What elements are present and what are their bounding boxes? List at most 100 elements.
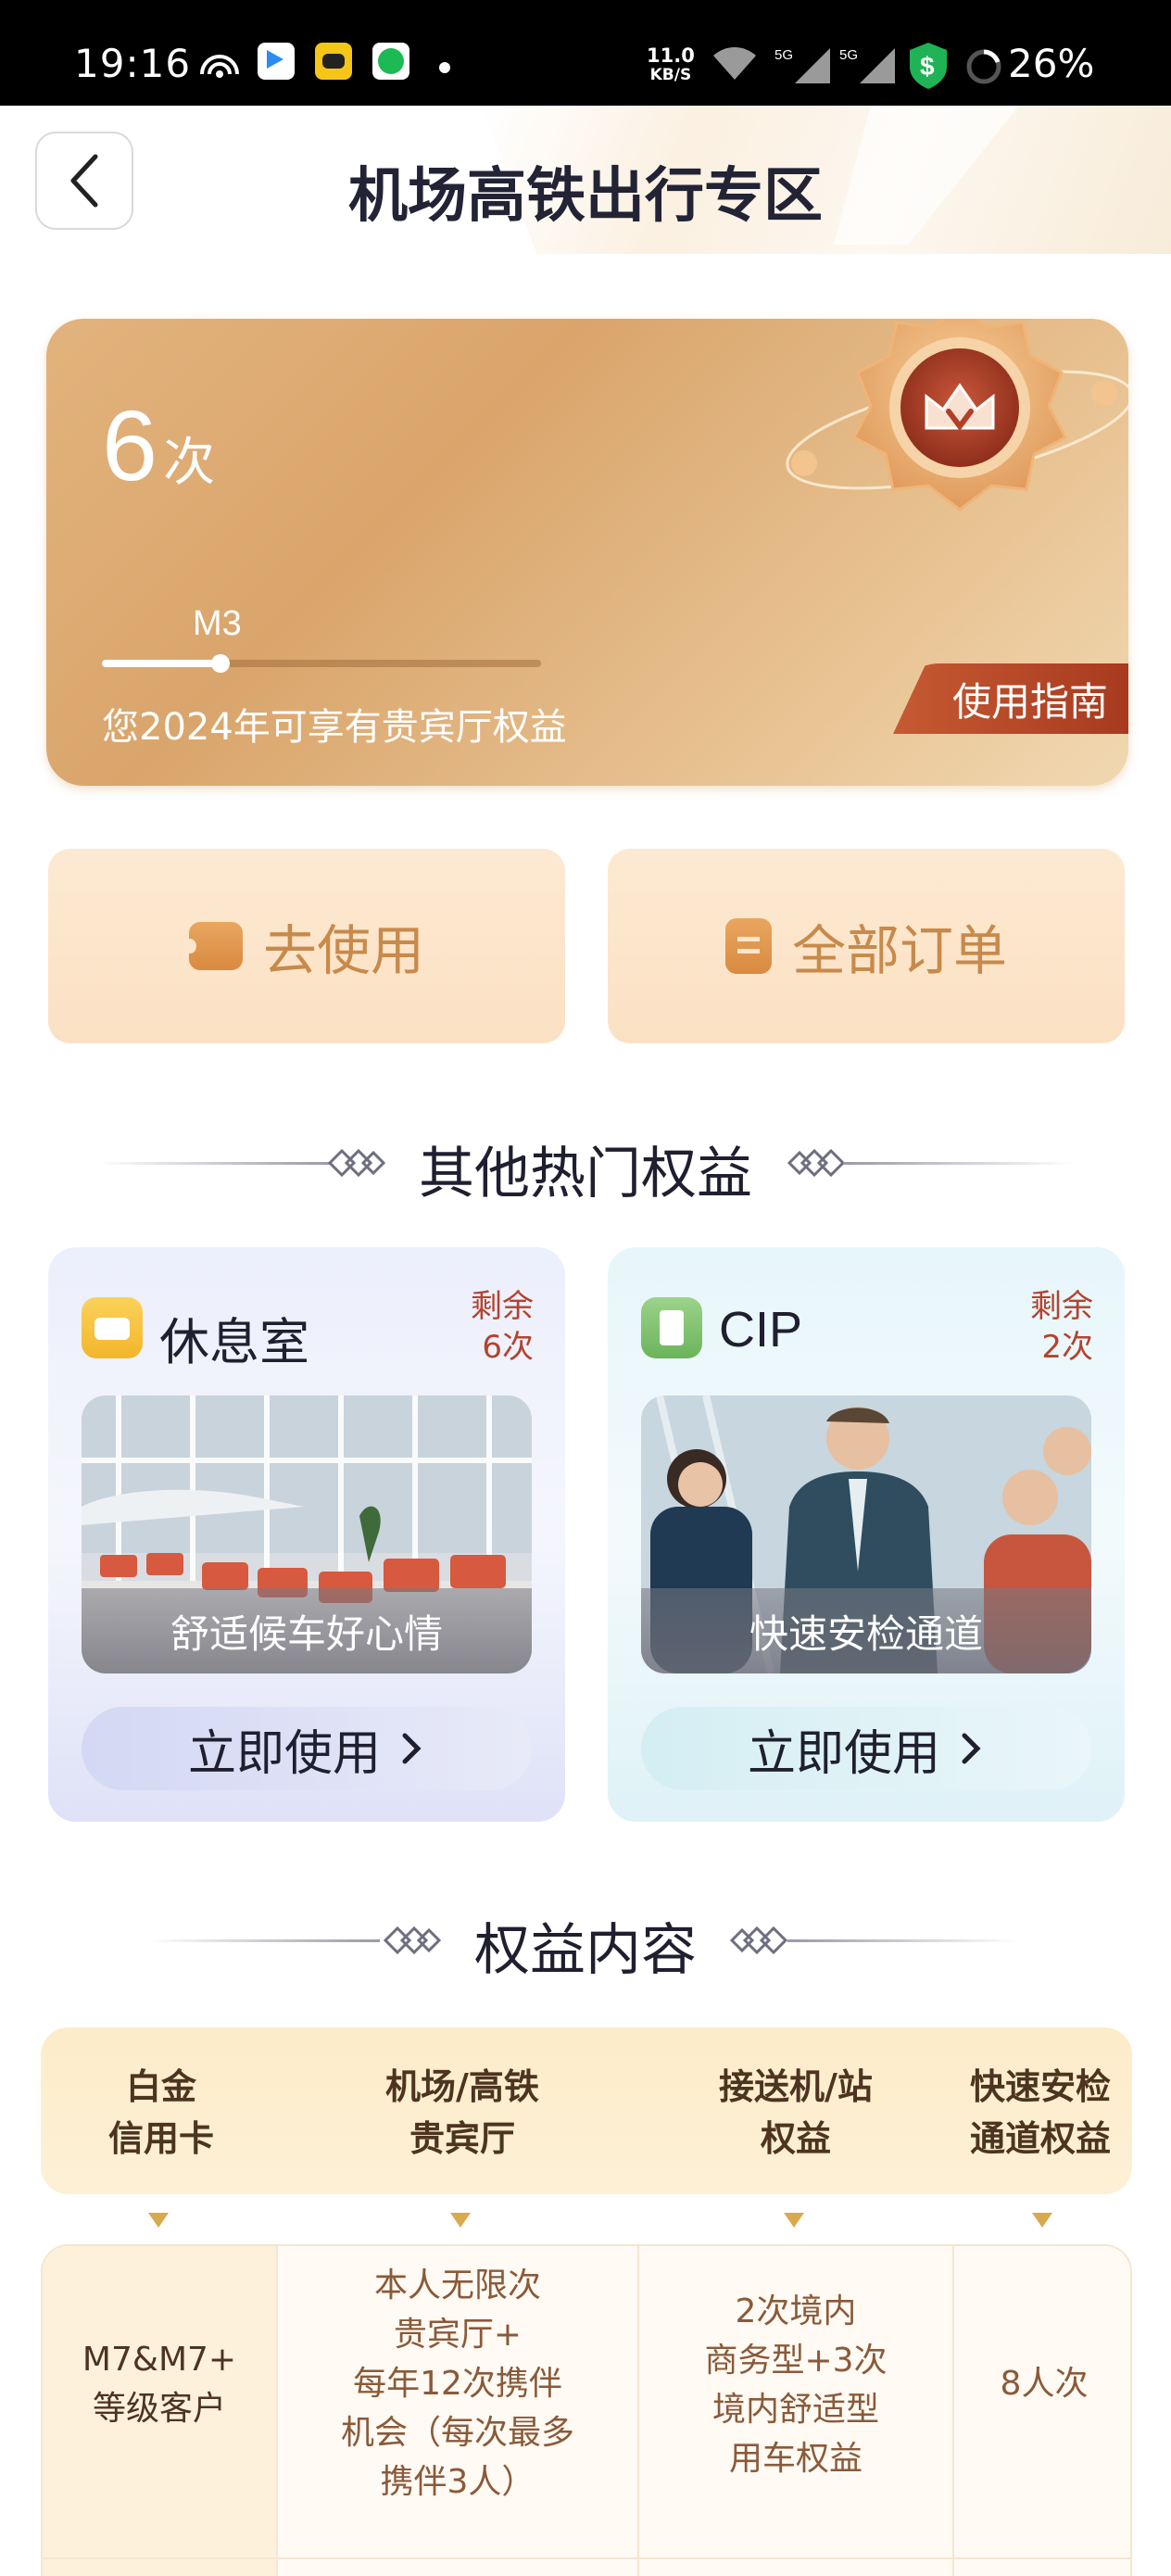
level-progress-fill bbox=[102, 660, 220, 667]
header-line: 贵宾厅 bbox=[409, 2118, 515, 2159]
hotspot-icon bbox=[200, 55, 239, 78]
tier-cell: M7&M7+ 等级客户 bbox=[82, 2335, 236, 2433]
caret-down-icon bbox=[148, 2213, 169, 2228]
remaining-count: 6次 bbox=[102, 387, 215, 503]
remaining-badge: 剩余 2次 bbox=[1030, 1286, 1093, 1368]
use-now-label: 立即使用 bbox=[187, 1725, 381, 1782]
signal-icon-2: 5G bbox=[839, 47, 895, 83]
header-line: 通道权益 bbox=[969, 2118, 1111, 2159]
remaining-count: 2次 bbox=[1041, 1329, 1093, 1366]
cell-line: 每年12次携伴 bbox=[353, 2365, 562, 2403]
go-use-button[interactable]: 去使用 bbox=[48, 849, 565, 1043]
net-speed-value: 11.0 bbox=[647, 44, 695, 67]
remaining-label: 剩余 bbox=[471, 1288, 534, 1325]
cip-photo: 快速安检通道 bbox=[641, 1395, 1091, 1673]
document-icon bbox=[641, 1297, 702, 1358]
chevron-right-icon bbox=[402, 1733, 422, 1764]
table-cell-transfer: 2次境内 商务型+3次 境内舒适型 用车权益 bbox=[639, 2246, 954, 2576]
cell-line: 贵宾厅+ bbox=[393, 2316, 523, 2354]
table-header-security: 快速安检 通道权益 bbox=[949, 2061, 1132, 2165]
header-line: 白金 bbox=[125, 2066, 196, 2107]
cell-line: 8人次 bbox=[1000, 2365, 1089, 2403]
divider-line bbox=[843, 1162, 1075, 1165]
status-bar: 19:16 11.0 KB/S 5G 5G $ 26% bbox=[0, 0, 1171, 106]
diamond-ornament-icon bbox=[787, 1148, 846, 1178]
table-header-lounge: 机场/高铁 贵宾厅 bbox=[282, 2061, 643, 2165]
benefit-table: M7&M7+ 等级客户 本人无限次 贵宾厅+ 每年12次携伴 机会（每次最多 携… bbox=[41, 2244, 1132, 2576]
usage-guide-button[interactable]: 使用指南 bbox=[893, 663, 1128, 734]
crown-medal-icon bbox=[786, 319, 1128, 511]
section-title-benefit-content: 权益内容 bbox=[474, 1918, 697, 1983]
shield-icon: $ bbox=[910, 43, 947, 89]
remaining-label: 剩余 bbox=[1030, 1288, 1093, 1325]
table-cell-lounge: 本人无限次 贵宾厅+ 每年12次携伴 机会（每次最多 携伴3人） bbox=[278, 2246, 639, 2576]
signal-label-2: 5G bbox=[839, 47, 858, 63]
header-line: 权益 bbox=[760, 2118, 831, 2159]
use-now-label: 立即使用 bbox=[747, 1725, 940, 1782]
all-orders-button[interactable]: 全部订单 bbox=[608, 849, 1125, 1043]
diamond-ornament-icon bbox=[729, 1926, 788, 1955]
benefit-caption: 舒适候车好心情 bbox=[82, 1588, 532, 1673]
header-line: 信用卡 bbox=[107, 2118, 214, 2159]
page-title: 机场高铁出行专区 bbox=[348, 162, 823, 231]
ticket-icon bbox=[183, 922, 243, 970]
benefit-table-header: 白金 信用卡 机场/高铁 贵宾厅 接送机/站 权益 快速安检 通道权益 bbox=[41, 2027, 1132, 2194]
benefit-description: 您2024年可享有贵宾厅权益 bbox=[102, 706, 567, 749]
header-line: 快速安检 bbox=[969, 2066, 1111, 2107]
count-number: 6 bbox=[102, 389, 158, 501]
lounge-cell: 本人无限次 贵宾厅+ 每年12次携伴 机会（每次最多 携伴3人） bbox=[341, 2261, 574, 2507]
battery-ring-icon bbox=[966, 49, 1001, 84]
remaining-badge: 剩余 6次 bbox=[471, 1286, 534, 1368]
app-icon-music bbox=[372, 43, 409, 80]
chevron-right-icon bbox=[962, 1733, 981, 1764]
notification-dot bbox=[439, 62, 450, 73]
cell-line: 携伴3人） bbox=[380, 2463, 535, 2501]
transfer-cell: 2次境内 商务型+3次 境内舒适型 用车权益 bbox=[704, 2287, 887, 2483]
table-row-tier: M7&M7+ 等级客户 bbox=[43, 2246, 278, 2576]
cell-line: 2次境内 bbox=[735, 2292, 857, 2330]
level-progress-bar bbox=[102, 654, 541, 673]
cell-line: 用车权益 bbox=[728, 2440, 863, 2478]
summary-card: 6次 M3 您2024年可享有贵宾厅权益 使用指南 bbox=[46, 319, 1128, 786]
security-cell: 8人次 bbox=[1001, 2359, 1089, 2408]
signal-icon: 5G bbox=[774, 47, 830, 83]
all-orders-label: 全部订单 bbox=[791, 919, 1007, 982]
cell-line: M7&M7+ bbox=[82, 2341, 237, 2379]
app-icon-video bbox=[258, 43, 295, 80]
use-now-button[interactable]: 立即使用 bbox=[82, 1707, 532, 1790]
cell-line: 本人无限次 bbox=[373, 2267, 541, 2305]
count-unit: 次 bbox=[163, 433, 216, 493]
benefit-card-lounge[interactable]: 休息室 剩余 6次 舒适候车好心情 立即使用 bbox=[48, 1247, 565, 1822]
caret-down-icon bbox=[450, 2213, 471, 2228]
section-title-hot-benefits: 其他热门权益 bbox=[419, 1142, 752, 1206]
caret-down-icon bbox=[784, 2213, 804, 2228]
remaining-count: 6次 bbox=[482, 1329, 534, 1366]
divider-line bbox=[787, 1939, 1019, 1942]
table-header-card: 白金 信用卡 bbox=[41, 2061, 282, 2165]
signal-label-1: 5G bbox=[774, 47, 793, 63]
header-line: 机场/高铁 bbox=[385, 2066, 539, 2107]
use-now-button[interactable]: 立即使用 bbox=[641, 1707, 1091, 1790]
benefit-caption: 快速安检通道 bbox=[641, 1588, 1091, 1673]
cell-line: 境内舒适型 bbox=[711, 2391, 879, 2429]
app-icon-taxi bbox=[315, 43, 352, 80]
net-speed-unit: KB/S bbox=[649, 66, 692, 84]
table-cell-security: 8人次 bbox=[954, 2246, 1130, 2576]
sofa-icon bbox=[82, 1297, 143, 1358]
status-time: 19:16 bbox=[74, 41, 192, 86]
benefit-card-cip[interactable]: CIP 剩余 2次 快速安检通道 立即使用 bbox=[608, 1247, 1125, 1822]
order-icon bbox=[724, 918, 772, 974]
level-progress-knob bbox=[210, 654, 230, 673]
svg-text:$: $ bbox=[920, 52, 935, 81]
benefit-name: 休息室 bbox=[159, 1313, 309, 1371]
cell-line: 等级客户 bbox=[92, 2390, 226, 2428]
benefit-name: CIP bbox=[719, 1302, 803, 1357]
header-line: 接送机/站 bbox=[719, 2066, 873, 2107]
row-divider bbox=[43, 2557, 1130, 2559]
go-use-label: 去使用 bbox=[262, 919, 424, 982]
table-header-transfer: 接送机/站 权益 bbox=[643, 2061, 949, 2165]
wifi-icon bbox=[713, 47, 756, 80]
cell-line: 商务型+3次 bbox=[704, 2342, 888, 2380]
caret-down-icon bbox=[1032, 2213, 1052, 2228]
lounge-photo: 舒适候车好心情 bbox=[82, 1395, 532, 1673]
